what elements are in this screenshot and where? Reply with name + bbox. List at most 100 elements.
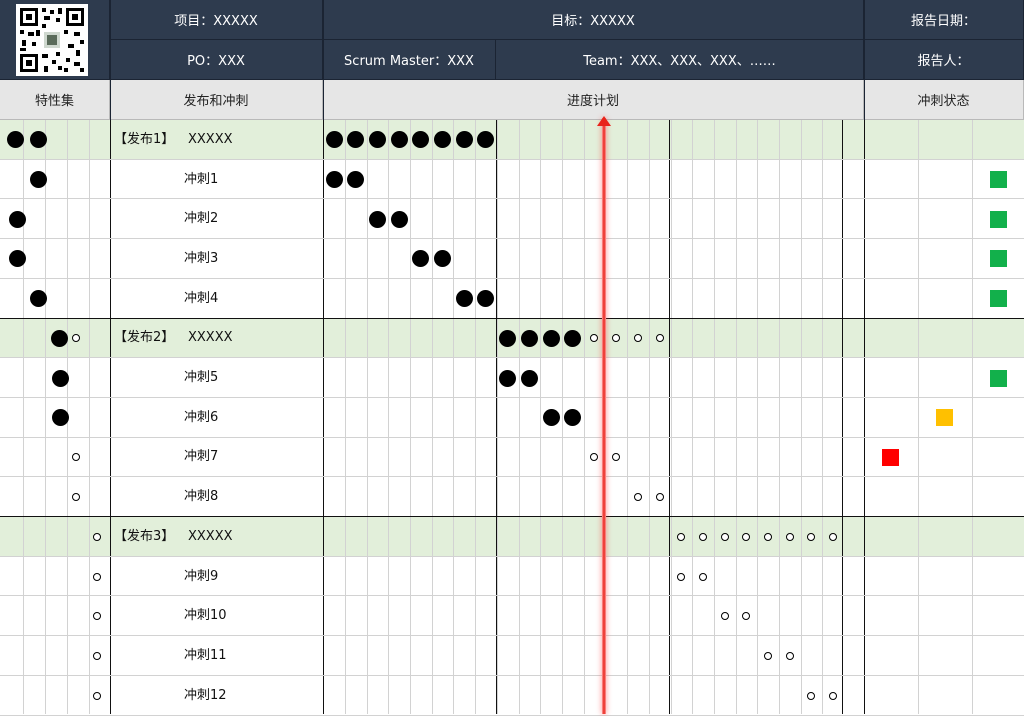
planned-dot-icon — [612, 453, 621, 462]
release-name[interactable]: XXXXX — [188, 132, 233, 148]
status-square-green — [990, 369, 1007, 387]
release-tag: 【发布1】 — [114, 131, 175, 147]
grid-row-line — [0, 238, 1024, 239]
done-dot-icon — [412, 250, 430, 268]
team-label: Team：XXX、XXX、XXX、…… — [496, 40, 864, 80]
planned-dot-icon — [785, 651, 794, 660]
grid-column-line — [367, 120, 368, 714]
done-dot-icon — [347, 171, 365, 189]
grid-column-line — [453, 120, 454, 714]
grid-column-line — [410, 120, 411, 714]
grid-column-line — [23, 120, 24, 714]
sprint-name[interactable]: 冲刺4 — [184, 291, 218, 307]
feature-open-dot-icon — [72, 493, 80, 502]
release-plan-board: 项目：XXXXX 目标：XXXXX 报告日期： PO：XXX Scrum Mas… — [0, 0, 1024, 716]
done-dot-icon — [564, 329, 582, 347]
done-dot-icon — [499, 369, 517, 387]
planned-dot-icon — [677, 572, 686, 581]
status-square-green — [990, 210, 1007, 228]
release-name[interactable]: XXXXX — [188, 330, 233, 346]
sprint-name[interactable]: 冲刺6 — [184, 410, 218, 426]
feature-dot-icon — [51, 369, 69, 387]
grid-row-line — [0, 198, 1024, 199]
column-header-sprint-status: 冲刺状态 — [864, 80, 1024, 120]
planned-dot-icon — [720, 532, 729, 541]
column-header-feature-set: 特性集 — [0, 80, 110, 120]
grid-row-line — [0, 318, 1024, 319]
release-name[interactable]: XXXXX — [188, 529, 233, 545]
done-dot-icon — [477, 290, 495, 308]
done-dot-icon — [325, 131, 343, 149]
grid-column-line — [757, 120, 758, 714]
reporter-label: 报告人： — [864, 40, 1024, 80]
report-date-label: 报告日期： — [864, 0, 1024, 40]
grid-row-line — [0, 278, 1024, 279]
feature-open-dot-icon — [93, 612, 101, 621]
grid-divider-line — [323, 120, 324, 714]
feature-open-dot-icon — [93, 651, 101, 660]
grid-row-line — [0, 357, 1024, 358]
done-dot-icon — [564, 409, 582, 427]
feature-dot-icon — [8, 210, 26, 228]
grid-column-line — [779, 120, 780, 714]
sprint-name[interactable]: 冲刺7 — [184, 449, 218, 465]
status-square-red — [882, 448, 899, 466]
sprint-name[interactable]: 冲刺12 — [184, 688, 227, 704]
project-label: 项目：XXXXX — [110, 0, 323, 40]
feature-open-dot-icon — [93, 572, 101, 581]
column-header-release-sprint: 发布和冲刺 — [110, 80, 323, 120]
column-header-progress-plan: 进度计划 — [323, 80, 864, 120]
done-dot-icon — [455, 131, 473, 149]
done-dot-icon — [390, 210, 408, 228]
sprint-name[interactable]: 冲刺2 — [184, 211, 218, 227]
grid-row-line — [0, 556, 1024, 557]
feature-dot-icon — [6, 131, 24, 149]
planned-dot-icon — [785, 532, 794, 541]
done-dot-icon — [325, 171, 343, 189]
grid-column-line — [345, 120, 346, 714]
sprint-name[interactable]: 冲刺1 — [184, 172, 218, 188]
done-dot-icon — [455, 290, 473, 308]
status-square-yellow — [936, 409, 953, 427]
done-dot-icon — [368, 210, 386, 228]
sprint-name[interactable]: 冲刺11 — [184, 648, 227, 664]
planned-dot-icon — [720, 612, 729, 621]
planned-dot-icon — [698, 532, 707, 541]
goal-label: 目标：XXXXX — [323, 0, 864, 40]
po-label: PO：XXX — [110, 40, 323, 80]
grid-row-line — [0, 397, 1024, 398]
status-square-green — [990, 171, 1007, 189]
sprint-name[interactable]: 冲刺9 — [184, 569, 218, 585]
grid-column-line — [45, 120, 46, 714]
grid-column-line — [627, 120, 628, 714]
planned-dot-icon — [655, 334, 664, 343]
release-tag: 【发布2】 — [114, 330, 175, 346]
grid-row-line — [0, 437, 1024, 438]
sprint-name[interactable]: 冲刺3 — [184, 251, 218, 267]
header-divider-line — [323, 0, 324, 120]
grid-row-line — [0, 516, 1024, 517]
done-dot-icon — [520, 329, 538, 347]
feature-dot-icon — [29, 290, 47, 308]
grid-row-line — [0, 675, 1024, 676]
grid-divider-line — [864, 120, 865, 714]
planned-dot-icon — [764, 532, 772, 541]
progress-arrow-icon — [597, 116, 611, 126]
sprint-name[interactable]: 冲刺10 — [184, 608, 227, 624]
done-dot-icon — [520, 369, 538, 387]
sprint-name[interactable]: 冲刺5 — [184, 370, 218, 386]
header-divider-line — [864, 0, 865, 120]
grid-column-line — [671, 120, 672, 714]
sprint-name[interactable]: 冲刺8 — [184, 489, 218, 505]
planned-dot-icon — [590, 453, 599, 462]
feature-dot-icon — [50, 329, 68, 347]
done-dot-icon — [499, 329, 517, 347]
grid-divider-line — [110, 120, 111, 714]
grid-divider-line — [496, 120, 497, 714]
planned-dot-icon — [829, 691, 838, 700]
planned-dot-icon — [698, 572, 707, 581]
done-dot-icon — [390, 131, 408, 149]
grid-column-line — [692, 120, 693, 714]
grid-row-line — [0, 476, 1024, 477]
grid-row-line — [0, 595, 1024, 596]
